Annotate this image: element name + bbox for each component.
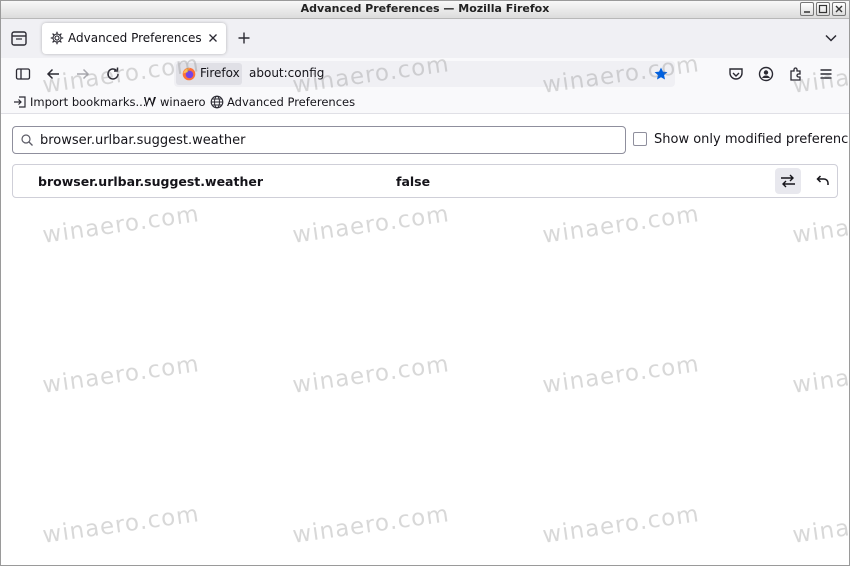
reset-button[interactable] — [809, 168, 835, 194]
new-tab-icon[interactable] — [236, 30, 252, 46]
close-window-button[interactable] — [832, 2, 846, 16]
close-icon — [835, 5, 843, 13]
bookmark-label: Advanced Preferences — [227, 95, 356, 109]
show-modified-label[interactable]: Show only modified preferences — [654, 132, 850, 147]
import-icon — [14, 96, 26, 108]
toggle-arrows-icon — [781, 174, 795, 188]
search-value: browser.urlbar.suggest.weather — [40, 133, 246, 148]
firefox-view-button[interactable] — [6, 28, 32, 50]
firefox-view-icon — [11, 31, 27, 46]
tab-advanced-preferences[interactable]: Advanced Preferences — [42, 23, 226, 54]
maximize-icon — [818, 4, 828, 14]
gear-icon — [50, 31, 64, 45]
show-modified-checkbox[interactable] — [633, 132, 647, 146]
tab-strip: Advanced Preferences — [0, 19, 850, 58]
preference-name: browser.urlbar.suggest.weather — [38, 174, 264, 189]
search-icon — [21, 134, 33, 146]
about-config-page: browser.urlbar.suggest.weather Show only… — [0, 114, 850, 566]
minimize-icon — [804, 11, 810, 13]
bookmark-advanced-preferences[interactable]: Advanced Preferences — [210, 94, 355, 110]
preference-row: browser.urlbar.suggest.weather false — [12, 164, 838, 198]
bookmarks-toolbar: Import bookmarks... winaero Advanced Pre… — [0, 90, 850, 114]
maximize-button[interactable] — [816, 2, 830, 16]
tab-label: Advanced Preferences — [68, 31, 202, 45]
toggle-button[interactable] — [775, 168, 801, 194]
preference-value: false — [396, 174, 431, 189]
chevron-down-icon[interactable] — [824, 31, 838, 45]
globe-icon — [210, 95, 224, 109]
window-title: Advanced Preferences — Mozilla Firefox — [300, 2, 550, 15]
identity-label: Firefox — [200, 66, 240, 80]
bookmark-import[interactable]: Import bookmarks... — [13, 94, 146, 110]
close-tab-icon[interactable] — [206, 31, 220, 45]
preference-search-input[interactable]: browser.urlbar.suggest.weather — [12, 126, 626, 154]
bookmark-winaero[interactable]: winaero — [143, 94, 206, 110]
bookmark-label: winaero — [160, 95, 206, 109]
winaero-logo-icon — [144, 97, 156, 107]
account-icon[interactable] — [757, 65, 775, 83]
pocket-icon[interactable] — [727, 65, 745, 83]
sidebar-toggle-icon[interactable] — [14, 65, 32, 83]
undo-icon — [816, 175, 829, 185]
minimize-button[interactable] — [800, 2, 814, 16]
window-titlebar: Advanced Preferences — Mozilla Firefox — [0, 0, 850, 19]
